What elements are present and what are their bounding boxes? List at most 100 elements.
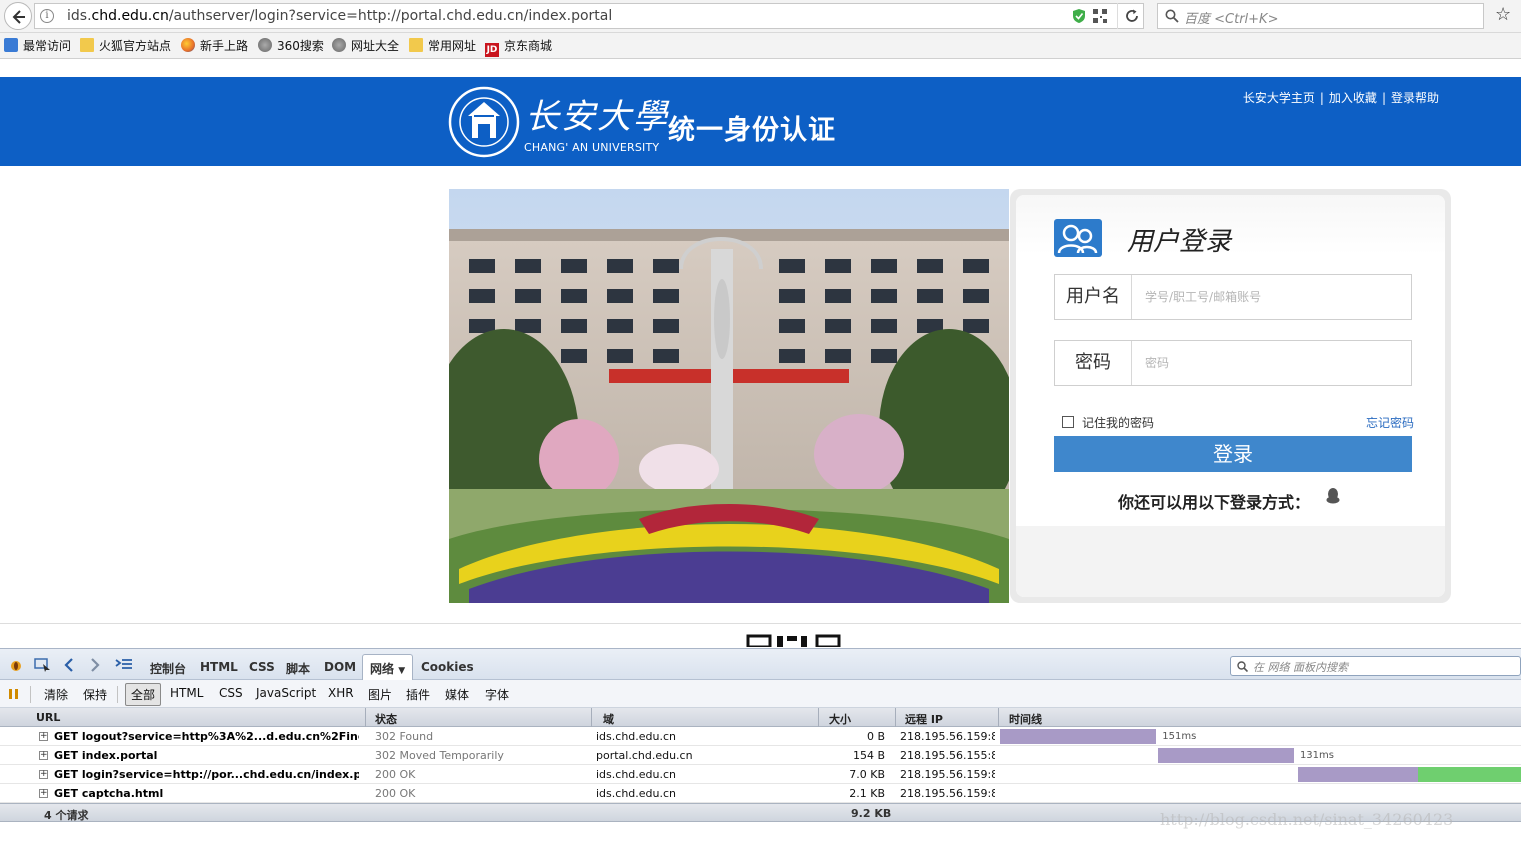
- username-input[interactable]: [1133, 275, 1411, 319]
- column-divider[interactable]: [818, 708, 819, 727]
- table-row[interactable]: + GET captcha.html 200 OK ids.chd.edu.cn…: [0, 784, 1521, 803]
- bookmark-item[interactable]: 新手上路: [181, 37, 248, 55]
- reload-button[interactable]: [1117, 3, 1145, 29]
- filter-fonts[interactable]: 字体: [485, 686, 509, 703]
- info-icon[interactable]: i: [40, 9, 54, 23]
- forgot-password-link[interactable]: 忘记密码: [1366, 414, 1414, 431]
- bookmark-star-icon[interactable]: ☆: [1495, 6, 1511, 24]
- login-button[interactable]: 登录: [1054, 436, 1412, 472]
- filter-xhr[interactable]: XHR: [328, 686, 354, 700]
- bookmarks-bar: 最常访问 火狐官方站点 新手上路 360搜索 网址大全 常用网址 JD 京东商城: [0, 33, 1521, 59]
- expand-icon[interactable]: +: [39, 751, 48, 760]
- filter-media[interactable]: 媒体: [445, 686, 469, 703]
- filter-images[interactable]: 图片: [368, 686, 392, 703]
- tab-css[interactable]: CSS: [249, 660, 275, 674]
- tab-console[interactable]: 控制台: [150, 660, 186, 677]
- column-remote-ip[interactable]: 远程 IP: [905, 711, 943, 727]
- remember-password-checkbox[interactable]: [1062, 416, 1074, 428]
- tab-html[interactable]: HTML: [200, 660, 238, 674]
- jd-icon: JD: [485, 43, 499, 57]
- filter-all[interactable]: 全部: [125, 683, 162, 706]
- tab-dom[interactable]: DOM: [324, 660, 356, 674]
- link-separator: |: [1319, 91, 1324, 105]
- bookmark-item[interactable]: 最常访问: [4, 37, 71, 55]
- request-size: 2.1 KB: [849, 787, 885, 800]
- request-count: 4 个请求: [44, 809, 89, 822]
- request-remote-ip: 218.195.56.155:80: [900, 749, 995, 762]
- bookmark-item[interactable]: 常用网址: [409, 37, 476, 55]
- expand-icon[interactable]: +: [39, 732, 48, 741]
- search-input[interactable]: 百度 <Ctrl+K>: [1157, 3, 1484, 29]
- url-input[interactable]: i ids.chd.edu.cn/authserver/login?servic…: [34, 3, 1144, 29]
- request-status: 302 Moved Temporarily: [375, 749, 504, 762]
- qr-code-icon: [746, 634, 841, 647]
- request-size: 154 B: [852, 749, 885, 762]
- table-row[interactable]: + GET login?service=http://por...chd.edu…: [0, 765, 1521, 784]
- qq-icon[interactable]: [1326, 487, 1340, 505]
- filter-css[interactable]: CSS: [219, 686, 243, 700]
- tab-script[interactable]: 脚本: [286, 660, 310, 677]
- bookmark-item[interactable]: 网址大全: [332, 37, 399, 55]
- filter-javascript[interactable]: JavaScript: [256, 686, 316, 700]
- column-divider[interactable]: [365, 708, 366, 727]
- back-icon[interactable]: [64, 658, 74, 672]
- column-size[interactable]: 大小: [829, 711, 851, 727]
- clear-button[interactable]: 清除: [44, 686, 68, 703]
- column-divider[interactable]: [998, 708, 999, 727]
- globe-icon: [332, 38, 346, 52]
- expand-icon[interactable]: +: [39, 789, 48, 798]
- search-icon: [1165, 9, 1179, 23]
- persist-button[interactable]: 保持: [83, 686, 107, 703]
- filter-html[interactable]: HTML: [170, 686, 203, 700]
- table-row[interactable]: + GET logout?service=http%3A%2...d.edu.c…: [0, 727, 1521, 746]
- column-divider[interactable]: [895, 708, 896, 727]
- bookmark-item[interactable]: 火狐官方站点: [80, 37, 171, 55]
- timeline-wait-bar: [1158, 748, 1294, 763]
- university-home-link[interactable]: 长安大学主页: [1243, 91, 1315, 105]
- column-timeline[interactable]: 时间线: [1009, 711, 1042, 727]
- tab-network[interactable]: 网络 ▼: [362, 654, 414, 681]
- timeline-label: 151ms: [1162, 731, 1197, 742]
- column-status[interactable]: 状态: [375, 711, 397, 727]
- university-seal-icon[interactable]: [448, 86, 520, 158]
- tab-cookies[interactable]: Cookies: [421, 660, 474, 674]
- login-help-link[interactable]: 登录帮助: [1391, 91, 1439, 105]
- column-divider[interactable]: [591, 708, 592, 727]
- firebug-icon[interactable]: [8, 658, 24, 672]
- pause-icon[interactable]: [8, 688, 20, 700]
- filter-plugins[interactable]: 插件: [406, 686, 430, 703]
- login-panel: 用户登录 用户名 密码 记住我的密码 忘记密码 登录 你还可以用以下登录方式：: [1010, 189, 1451, 603]
- toolbar-separator: [117, 686, 118, 703]
- password-label: 密码: [1055, 341, 1132, 385]
- password-input[interactable]: [1133, 341, 1411, 385]
- qr-code-icon[interactable]: [1093, 9, 1107, 23]
- back-button[interactable]: [4, 2, 32, 30]
- add-favorite-link[interactable]: 加入收藏: [1329, 91, 1377, 105]
- login-footer-bg: [1016, 526, 1445, 597]
- browser-toolbar: i ids.chd.edu.cn/authserver/login?servic…: [0, 0, 1521, 33]
- firefox-icon: [181, 38, 195, 52]
- devtools-search-placeholder: 在 网络 面板内搜索: [1253, 661, 1348, 674]
- timeline-wait-bar: [1000, 729, 1157, 744]
- expand-icon[interactable]: +: [39, 770, 48, 779]
- bookmark-item[interactable]: 360搜索: [258, 37, 324, 55]
- request-url: GET login?service=http://por...chd.edu.c…: [54, 768, 359, 781]
- forward-icon[interactable]: [90, 658, 100, 672]
- command-line-icon[interactable]: [115, 658, 133, 672]
- column-url[interactable]: URL: [36, 711, 60, 724]
- timeline-wait-bar: [1298, 767, 1419, 782]
- devtools-search-input[interactable]: 在 网络 面板内搜索: [1230, 656, 1521, 676]
- table-row[interactable]: + GET index.portal 302 Moved Temporarily…: [0, 746, 1521, 765]
- request-domain: ids.chd.edu.cn: [596, 768, 677, 781]
- remember-password-label: 记住我的密码: [1082, 416, 1155, 430]
- tab-network-label: 网络: [370, 662, 395, 676]
- search-icon: [1237, 661, 1248, 672]
- inspect-element-icon[interactable]: [34, 658, 52, 672]
- column-domain[interactable]: 域: [603, 711, 614, 727]
- bookmark-item[interactable]: JD 京东商城: [485, 37, 552, 57]
- back-arrow-icon: [12, 10, 25, 24]
- shield-icon[interactable]: [1072, 8, 1086, 24]
- page-divider: [0, 623, 1521, 624]
- dropdown-arrow-icon[interactable]: ▼: [398, 666, 405, 676]
- login-form: 用户登录 用户名 密码 记住我的密码 忘记密码 登录 你还可以用以下登录方式：: [1016, 195, 1445, 597]
